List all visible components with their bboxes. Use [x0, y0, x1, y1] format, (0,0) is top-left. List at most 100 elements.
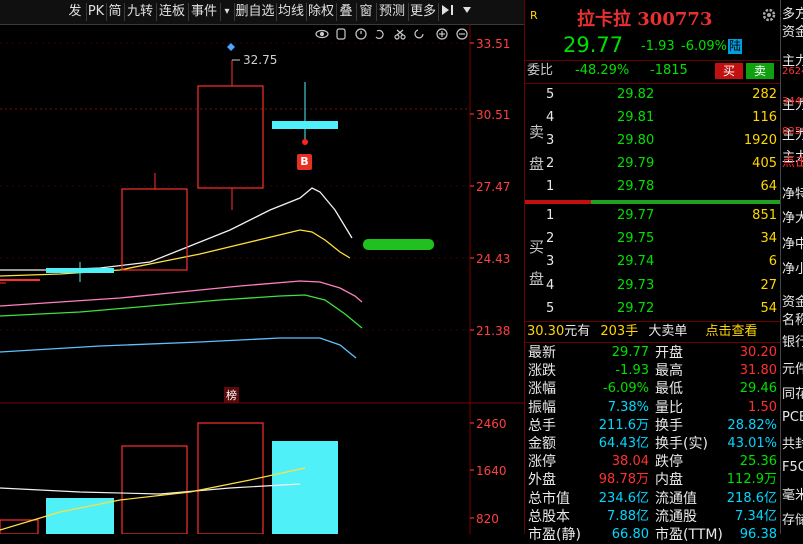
stat-label: 换手(实)	[655, 436, 708, 452]
candle-3[interactable]	[197, 59, 264, 210]
bid-price[interactable]: 29.77	[617, 206, 654, 226]
zoom-out-icon[interactable]	[456, 28, 468, 40]
volume-bar-3[interactable]	[197, 422, 264, 534]
undo-icon[interactable]	[375, 29, 384, 40]
side-panel-item[interactable]: 8259	[782, 126, 803, 137]
ask-price[interactable]: 29.79	[617, 154, 654, 174]
volume-bar-0[interactable]	[0, 519, 39, 534]
side-panel-item[interactable]: 元件	[782, 358, 803, 377]
stat-value: 29.46	[739, 381, 777, 397]
side-panel-item[interactable]: 存储	[782, 509, 803, 528]
price-tick-4: 24.43	[476, 252, 511, 266]
ask-level: 1	[546, 179, 555, 194]
ask-price[interactable]: 29.82	[617, 85, 654, 105]
stat-label: 总市值	[528, 490, 570, 507]
bang-marker[interactable]: 榜	[224, 387, 239, 403]
toolbar-forecast-button[interactable]: 预测	[376, 3, 409, 21]
side-panel-item[interactable]: 净特	[782, 183, 803, 202]
view-link[interactable]: 点击查看	[706, 324, 758, 339]
bid-price[interactable]: 29.74	[617, 252, 654, 272]
bid-price[interactable]: 29.72	[617, 299, 654, 319]
buy-button[interactable]: 买	[715, 63, 743, 79]
toolbar-dropdown-icon[interactable]: ▾	[220, 3, 235, 21]
stock-badge: R	[530, 9, 538, 22]
bid-level: 2	[546, 231, 555, 246]
stat-value: -6.09%	[603, 381, 649, 397]
side-panel-item[interactable]: 净小	[782, 258, 803, 277]
forecast-bar[interactable]	[363, 239, 434, 250]
toolbar-pk-button[interactable]: PK	[86, 3, 107, 21]
side-panel-item[interactable]: 净中	[782, 233, 803, 252]
stat-value: 29.77	[611, 345, 649, 360]
quote-panel: R 拉卡拉 300773 29.77 -1.93 -6.09% 陆 委比 -48…	[524, 0, 781, 543]
candle-4[interactable]	[272, 82, 338, 140]
settings-gear-icon[interactable]	[761, 7, 777, 27]
side-panel-item[interactable]: 资金	[782, 291, 803, 310]
bid-volume: 54	[760, 301, 777, 316]
stat-value: 234.6亿	[598, 490, 649, 506]
big-order-bar[interactable]: 30.30元有 203手 大卖单 点击查看	[527, 322, 758, 342]
side-panel-item[interactable]: 净大	[782, 207, 803, 226]
ask-price[interactable]: 29.78	[617, 177, 654, 197]
bid-price[interactable]: 29.73	[617, 276, 654, 296]
toolbar-scroll-icon[interactable]	[460, 3, 474, 21]
toolbar-ma-button[interactable]: 均线	[276, 3, 307, 21]
volume-bar-4[interactable]	[272, 441, 338, 534]
toolbar-expand-icon[interactable]	[438, 3, 458, 21]
toolbar-fa-button[interactable]: 发	[64, 3, 87, 21]
toolbar-more-button[interactable]: 更多	[408, 3, 439, 21]
toolbar-jiuzhuan-button[interactable]: 九转	[124, 3, 157, 21]
ma-line-green	[0, 294, 363, 329]
side-panel-item[interactable]: 资金	[782, 21, 803, 40]
eye-icon[interactable]	[315, 29, 329, 39]
ask-bid-ratio-red	[525, 200, 591, 204]
side-panel-item[interactable]: 银行	[782, 331, 803, 350]
zoom-in-icon[interactable]	[436, 28, 448, 40]
toolbar-window-button[interactable]: 窗	[356, 3, 377, 21]
side-panel-item[interactable]: PCB	[782, 410, 803, 425]
chart-toolbar: 发 PK 简 九转 连板 事件 ▾ 删自选 均线 除权 叠 窗 预测 更多	[0, 0, 524, 25]
bid-volume: 27	[760, 278, 777, 293]
volume-bar-2[interactable]	[121, 445, 188, 534]
side-panel-item[interactable]: 共封	[782, 433, 803, 452]
side-panel-item[interactable]: 多方	[782, 3, 803, 22]
stat-value: 1.50	[748, 399, 777, 415]
ask-price[interactable]: 29.81	[617, 108, 654, 128]
side-panel-item[interactable]: 名称	[782, 309, 803, 328]
side-panel-item[interactable]: 点击	[782, 151, 803, 170]
price-tick-3: 27.47	[476, 180, 511, 194]
stat-value: 30.20	[739, 345, 777, 360]
ask-price[interactable]: 29.80	[617, 131, 654, 151]
side-panel-item[interactable]: 毫米	[782, 484, 803, 503]
kline-chart[interactable]: 32.75 B 榜 33.51 30.51 27.47 24.43 21.38 …	[0, 24, 524, 534]
stat-value: 218.6亿	[726, 490, 777, 506]
event-diamond-icon[interactable]	[227, 43, 235, 51]
scissors-icon[interactable]	[394, 29, 406, 40]
vol-ma-white	[0, 483, 301, 495]
clock-icon[interactable]	[355, 28, 367, 40]
toolbar-overlay-button[interactable]: 叠	[336, 3, 357, 21]
side-panel-item[interactable]: 3449	[782, 96, 803, 107]
bid-volume: 6	[768, 254, 777, 269]
side-panel-item[interactable]: F5G	[782, 460, 803, 475]
toolbar-event-button[interactable]: 事件	[188, 3, 221, 21]
stat-label: 金额	[528, 436, 556, 452]
toolbar-exright-button[interactable]: 除权	[306, 3, 337, 21]
refresh-icon[interactable]	[414, 29, 424, 39]
stat-label: 跌停	[655, 454, 683, 471]
price-tick-2: 30.51	[476, 108, 511, 122]
toolbar-remove-watch-button[interactable]: 删自选	[234, 3, 277, 21]
hand-icon[interactable]	[336, 28, 346, 40]
price-tick-5: 21.38	[476, 324, 511, 338]
sell-button[interactable]: 卖	[746, 63, 774, 79]
toolbar-lianban-button[interactable]: 连板	[156, 3, 189, 21]
candle-2[interactable]	[121, 173, 188, 271]
toolbar-simple-button[interactable]: 简	[106, 3, 125, 21]
stat-label: 外盘	[528, 472, 556, 489]
side-panel-item[interactable]: 同花	[782, 383, 803, 402]
bid-price[interactable]: 29.75	[617, 229, 654, 249]
side-panel-item[interactable]: 2624	[782, 66, 803, 77]
ask-volume: 405	[752, 156, 777, 171]
stat-label: 换手	[655, 417, 683, 434]
candle-1[interactable]	[46, 262, 114, 282]
